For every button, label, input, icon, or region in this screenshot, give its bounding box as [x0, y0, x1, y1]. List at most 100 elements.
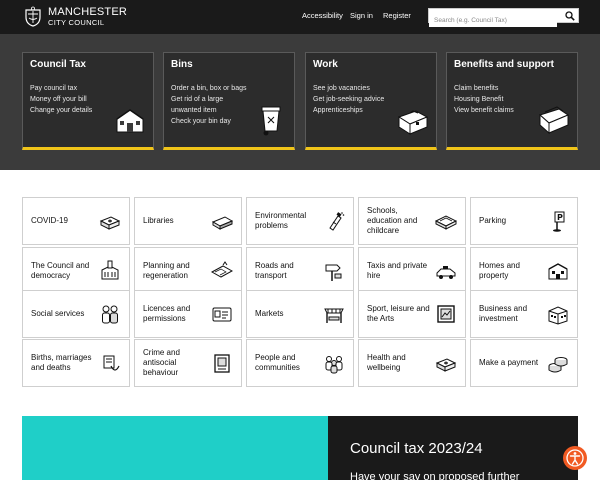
tile-label: Taxis and private hire [367, 261, 428, 280]
card-link[interactable]: Claim benefits [454, 83, 534, 94]
tile-roads-transport[interactable]: Roads and transport [246, 247, 354, 295]
tile-label: The Council and democracy [31, 261, 90, 280]
house-icon [116, 109, 144, 133]
card-work[interactable]: Work See job vacancies Get job-seeking a… [305, 52, 437, 150]
tile-label: People and communities [255, 353, 300, 372]
search-icon[interactable] [565, 11, 575, 21]
notice-icon [214, 354, 230, 373]
tile-label: Health and wellbeing [367, 353, 406, 372]
card-link[interactable]: Change your details [30, 105, 110, 116]
tile-label: Social services [31, 309, 85, 318]
tile-label: COVID-19 [31, 216, 68, 225]
tile-label: Business and investment [479, 304, 528, 323]
people-icon [102, 305, 118, 324]
card-link[interactable]: Order a bin, box or bags [171, 83, 251, 94]
wallet-icon [539, 106, 570, 135]
logo-line-2: CITY COUNCIL [48, 17, 105, 27]
tile-social-services[interactable]: Social services [22, 290, 130, 338]
card-title: Council Tax [30, 59, 86, 70]
tile-business-investment[interactable]: Business and investment [470, 290, 578, 338]
logo-line-1: MANCHESTER [48, 5, 128, 18]
taxi-icon [436, 266, 456, 279]
ring-icon [103, 355, 120, 371]
tile-planning-regeneration[interactable]: Planning and regeneration [134, 247, 242, 295]
tile-label: Libraries [143, 216, 174, 225]
tile-health-wellbeing[interactable]: Health and wellbeing [358, 339, 466, 387]
tile-label: Births, marriages and deaths [31, 353, 92, 372]
council-logo[interactable]: MANCHESTER CITY COUNCIL [22, 6, 127, 28]
tile-label: Planning and regeneration [143, 261, 190, 280]
card-link[interactable]: View benefit claims [454, 105, 534, 116]
tile-council-democracy[interactable]: The Council and democracy [22, 247, 130, 295]
tile-label: Make a payment [479, 358, 539, 367]
briefcase-icon [397, 110, 429, 135]
tile-label: Environmental problems [255, 211, 307, 230]
card-title: Bins [171, 59, 193, 70]
homes-icon [548, 263, 568, 280]
school-book-icon [435, 215, 457, 230]
market-stall-icon [324, 308, 344, 323]
picture-frame-icon [437, 305, 455, 323]
card-title: Benefits and support [454, 59, 555, 70]
medical-kit-icon [99, 216, 121, 230]
tile-label: Licences and permissions [143, 304, 191, 323]
tile-sport-leisure-arts[interactable]: Sport, leisure and the Arts [358, 290, 466, 338]
card-council-tax[interactable]: Council Tax Pay council tax Money off yo… [22, 52, 154, 150]
tile-births-marriages-deaths[interactable]: Births, marriages and deaths [22, 339, 130, 387]
licence-card-icon [212, 307, 232, 322]
tile-label: Crime and antisocial behaviour [143, 348, 180, 377]
promo-subtitle: Have your say on proposed further [350, 471, 520, 483]
tile-make-payment[interactable]: Make a payment [470, 339, 578, 387]
tile-label: Sport, leisure and the Arts [367, 304, 430, 323]
card-title: Work [313, 59, 338, 70]
nav-sign-in-link[interactable]: Sign in [350, 11, 373, 20]
business-building-icon [548, 306, 568, 325]
tile-people-communities[interactable]: People and communities [246, 339, 354, 387]
tile-covid-19[interactable]: COVID-19 [22, 197, 130, 245]
card-link[interactable]: See job vacancies [313, 83, 393, 94]
tile-label: Homes and property [479, 261, 520, 280]
tile-parking[interactable]: Parking P [470, 197, 578, 245]
card-link[interactable]: Get rid of a large unwanted item [171, 94, 251, 116]
tile-libraries[interactable]: Libraries [134, 197, 242, 245]
coins-icon [548, 357, 568, 373]
card-link[interactable]: Apprenticeships [313, 105, 393, 116]
tile-label: Roads and transport [255, 261, 294, 280]
search-input[interactable] [429, 14, 557, 27]
parking-sign-icon: P [553, 211, 565, 232]
tile-taxis-private-hire[interactable]: Taxis and private hire [358, 247, 466, 295]
svg-text:P: P [557, 213, 563, 222]
nav-accessibility-link[interactable]: Accessibility [302, 11, 343, 20]
card-link[interactable]: Pay council tax [30, 83, 110, 94]
tile-homes-property[interactable]: Homes and property [470, 247, 578, 295]
tile-licences-permissions[interactable]: Licences and permissions [134, 290, 242, 338]
community-icon [325, 356, 343, 374]
book-icon [211, 216, 233, 230]
spray-can-icon [329, 212, 345, 231]
promo-panel[interactable]: Council tax 2023/24 Have your say on pro… [328, 416, 578, 483]
accessibility-icon [566, 449, 584, 467]
tile-crime-antisocial[interactable]: Crime and antisocial behaviour [134, 339, 242, 387]
tile-label: Parking [479, 216, 507, 225]
nav-register-link[interactable]: Register [383, 11, 411, 20]
accessibility-button[interactable] [563, 446, 587, 470]
road-sign-icon [325, 264, 342, 281]
tile-schools-education[interactable]: Schools, education and childcare [358, 197, 466, 245]
top-tasks-band: Council Tax Pay council tax Money off yo… [0, 34, 600, 170]
card-link[interactable]: Get job-seeking advice [313, 94, 393, 105]
tile-environmental-problems[interactable]: Environmental problems [246, 197, 354, 245]
search-box [428, 8, 579, 27]
card-benefits-support[interactable]: Benefits and support Claim benefits Hous… [446, 52, 578, 150]
crest-icon [25, 6, 41, 27]
card-link[interactable]: Money off your bill [30, 94, 110, 105]
card-bins[interactable]: Bins Order a bin, box or bags Get rid of… [163, 52, 295, 150]
card-link[interactable]: Check your bin day [171, 116, 251, 127]
tile-label: Markets [255, 309, 284, 318]
tile-label: Schools, education and childcare [367, 206, 418, 235]
map-icon [211, 261, 233, 278]
site-header: MANCHESTER CITY COUNCIL Accessibility Si… [0, 0, 600, 34]
card-link[interactable]: Housing Benefit [454, 94, 534, 105]
town-hall-icon [101, 260, 119, 280]
tile-markets[interactable]: Markets [246, 290, 354, 338]
wheelie-bin-icon [261, 106, 281, 136]
